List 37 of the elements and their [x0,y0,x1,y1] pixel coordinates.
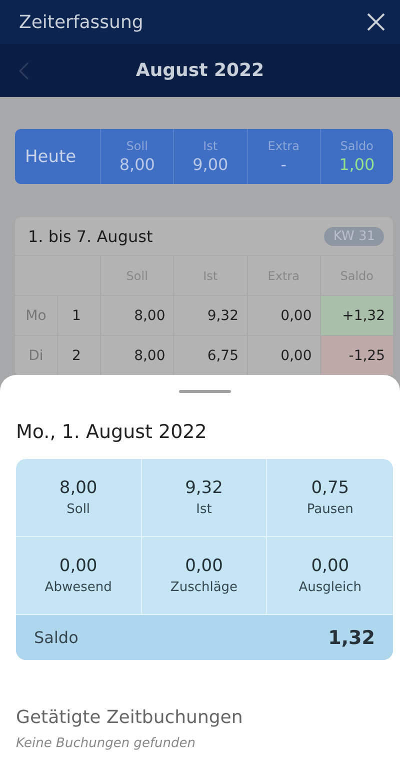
stat-value: 8,00 [59,478,98,498]
day-cell: 1 [57,296,100,336]
stat-value: 9,32 [185,478,223,498]
summary-value: - [280,155,287,174]
saldo-cell: -1,25 [320,336,393,376]
app-title: Zeiterfassung [19,12,144,32]
empty-message: Keine Buchungen gefunden [16,736,196,751]
saldo-value: 1,32 [328,626,375,648]
saldo-label: Saldo [34,628,78,647]
column-heading: Extra [268,139,300,153]
saldo-cell: +1,32 [320,296,393,336]
stat-value: 0,00 [59,556,98,576]
stat-label: Soll [66,502,90,517]
stat-label: Ist [196,502,212,517]
stat-label: Ausgleich [298,580,362,595]
summary-value: 8,00 [119,155,155,174]
bookings-heading: Getätigte Zeitbuchungen [16,707,244,728]
close-icon[interactable] [366,12,386,32]
weekday-cell: Mo [15,296,57,336]
stat-label: Zuschläge [170,580,238,595]
day-title: Mo., 1. August 2022 [16,421,208,443]
table-cell: 9,32 [173,296,246,336]
month-title: August 2022 [136,60,264,81]
stat-value: 0,00 [185,556,223,576]
stat-value: 0,00 [311,556,350,576]
column-heading: Ist [203,139,218,153]
stat-value: 0,75 [311,478,350,498]
stat-label: Pausen [306,502,354,517]
today-label: Heute [24,146,78,168]
stat-label: Abwesend [44,580,112,595]
week-title: 1. bis 7. August [28,226,153,246]
table-cell: 8,00 [100,296,174,336]
drag-handle[interactable] [178,390,230,393]
summary-value: 9,00 [192,155,228,174]
column-heading: Saldo [340,139,374,153]
summary-value: 1,00 [339,155,375,174]
column-heading: Soll [126,139,148,153]
